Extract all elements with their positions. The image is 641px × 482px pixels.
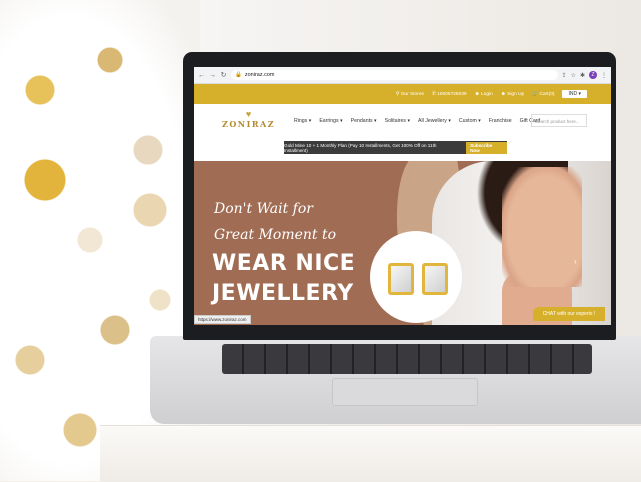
heart-logo-icon: ♥ bbox=[245, 109, 252, 119]
menu-item-solitaires[interactable]: Solitaires ▾ bbox=[385, 118, 410, 124]
carousel-next-icon[interactable]: › bbox=[574, 257, 577, 266]
status-bar-url: https://www.zoniraz.com bbox=[194, 315, 251, 324]
model-face bbox=[502, 167, 582, 287]
star-icon[interactable]: ☆ bbox=[571, 72, 576, 79]
currency-select[interactable]: IND ▾ bbox=[562, 90, 587, 98]
cart-link[interactable]: 🛒 Cart(0) bbox=[532, 92, 554, 97]
promo-banner: Gold Mine 10 + 1 Monthly Plan (Pay 10 In… bbox=[284, 141, 507, 154]
menu-item-rings[interactable]: Rings ▾ bbox=[294, 118, 311, 124]
share-icon[interactable]: ⇪ bbox=[562, 72, 567, 79]
chat-button[interactable]: CHAT with our experts ! bbox=[533, 307, 605, 321]
browser-toolbar: ← → ↻ 🔒 zoniraz.com ⇪ ☆ ✱ Z ⋮ bbox=[194, 67, 611, 84]
menu-item-earrings[interactable]: Earrings ▾ bbox=[319, 118, 342, 124]
site-header: ♥ ZONIRAZ Rings ▾ Earrings ▾ Pendants ▾ … bbox=[194, 104, 611, 141]
search-input[interactable]: Search product here... bbox=[531, 114, 587, 127]
laptop-keyboard bbox=[222, 344, 592, 374]
back-icon[interactable]: ← bbox=[198, 72, 205, 79]
site-logo[interactable]: ♥ ZONIRAZ bbox=[222, 109, 276, 130]
hero-tagline-2: Great Moment to bbox=[214, 227, 337, 243]
menu-item-all-jewellery[interactable]: All Jewellery ▾ bbox=[418, 118, 451, 124]
phone-link[interactable]: ✆ 18005726039 bbox=[432, 92, 467, 97]
earring-left bbox=[388, 263, 414, 295]
address-bar[interactable]: 🔒 zoniraz.com bbox=[231, 70, 558, 80]
menu-item-pendants[interactable]: Pendants ▾ bbox=[351, 118, 377, 124]
brand-name: ZONIRAZ bbox=[222, 119, 276, 129]
login-link[interactable]: ☻ Login bbox=[475, 92, 493, 97]
menu-item-custom[interactable]: Custom ▾ bbox=[459, 118, 481, 124]
desk-surface bbox=[100, 425, 641, 482]
forward-icon[interactable]: → bbox=[209, 72, 216, 79]
model-photo bbox=[432, 161, 611, 325]
url-text: zoniraz.com bbox=[244, 72, 275, 78]
subscribe-button[interactable]: Subscribe Now bbox=[466, 141, 507, 154]
profile-avatar[interactable]: Z bbox=[589, 71, 597, 79]
menu-item-franchise[interactable]: Franchise bbox=[489, 118, 512, 124]
laptop-screen: ← → ↻ 🔒 zoniraz.com ⇪ ☆ ✱ Z ⋮ ⚲ Our Stor… bbox=[194, 67, 611, 325]
promo-text: Gold Mine 10 + 1 Monthly Plan (Pay 10 In… bbox=[284, 142, 437, 153]
lock-icon: 🔒 bbox=[235, 72, 242, 78]
hero-tagline-1: Don't Wait for bbox=[214, 201, 313, 217]
earring-right bbox=[422, 263, 448, 295]
hero-headline-2: JEWELLERY bbox=[212, 281, 354, 306]
hero-banner[interactable]: Don't Wait for Great Moment to WEAR NICE… bbox=[194, 161, 611, 325]
extensions-icon[interactable]: ✱ bbox=[580, 72, 585, 79]
hero-headline-1: WEAR NICE bbox=[212, 251, 356, 276]
our-stores-link[interactable]: ⚲ Our Stores bbox=[396, 92, 424, 97]
earring-showcase bbox=[370, 231, 462, 323]
laptop-trackpad bbox=[332, 378, 478, 406]
top-bar: ⚲ Our Stores ✆ 18005726039 ☻ Login ☻ Sig… bbox=[194, 84, 611, 104]
signup-link[interactable]: ☻ Sign Up bbox=[501, 92, 524, 97]
reload-icon[interactable]: ↻ bbox=[220, 71, 227, 79]
menu-dots-icon[interactable]: ⋮ bbox=[601, 72, 607, 79]
main-menu: Rings ▾ Earrings ▾ Pendants ▾ Solitaires… bbox=[294, 118, 540, 124]
